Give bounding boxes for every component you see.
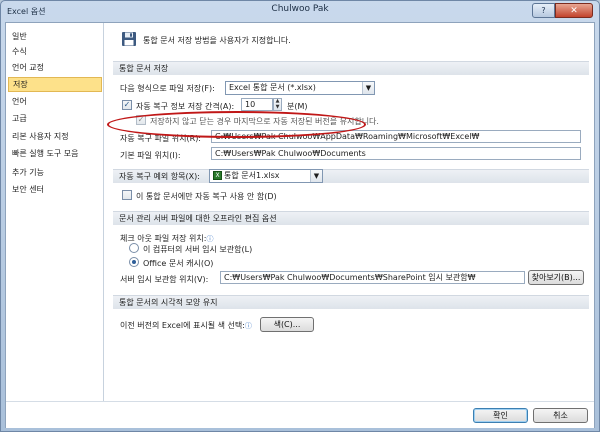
keep-last-version-checkbox[interactable]: ✓ [136, 115, 146, 125]
title-bar[interactable]: Excel 옵션 Chulwoo Pak ? ✕ [1, 1, 599, 21]
drafts-location-input[interactable]: C:₩Users₩Pak Chulwoo₩Documents₩SharePoin… [220, 271, 525, 284]
dialog-footer: 확인 취소 [6, 401, 594, 428]
save-format-value: Excel 통합 문서 (*.xlsx) [229, 83, 316, 92]
sidebar-item-language[interactable]: 언어 [8, 94, 102, 109]
excel-workbook-icon: X [213, 171, 222, 180]
help-button[interactable]: ? [532, 3, 555, 18]
exceptions-label: 자동 복구 예외 항목(X): [119, 172, 200, 181]
minutes-spinner[interactable]: ▲ ▼ [273, 98, 282, 111]
sidebar-item-formulas[interactable]: 수식 [8, 44, 102, 59]
sidebar-item-quick-access[interactable]: 빠른 실행 도구 모음 [8, 146, 102, 161]
info-icon: ⓘ [244, 322, 252, 330]
cancel-button[interactable]: 취소 [533, 408, 588, 423]
save-format-dropdown[interactable]: Excel 통합 문서 (*.xlsx) ▼ [225, 81, 375, 95]
autorecover-location-label: 자동 복구 파일 위치(R): [120, 134, 202, 143]
sidebar-item-add-ins[interactable]: 추가 기능 [8, 165, 102, 180]
radio-office-cache[interactable] [129, 257, 139, 267]
window-title: Chulwoo Pak [271, 4, 329, 14]
drafts-location-label: 서버 임시 보관함 위치(V): [120, 275, 209, 284]
exceptions-workbook-dropdown[interactable]: X 통합 문서1.xlsx ▼ [209, 169, 323, 183]
section-autorecover-exceptions: 자동 복구 예외 항목(X): [113, 169, 589, 183]
colors-label: 이전 버전의 Excel에 표시될 색 선택:ⓘ [120, 321, 252, 330]
section-visual-appearance: 통합 문서의 시각적 모양 유지 [113, 295, 589, 309]
radio-office-cache-label: Office 문서 캐시(O) [143, 259, 214, 268]
autorecover-checkbox[interactable]: ✓ [122, 100, 132, 110]
sidebar-item-general[interactable]: 일반 [8, 29, 102, 44]
save-options-panel: 통합 문서 저장 방법을 사용자가 지정합니다. 통합 문서 저장 다음 형식으… [105, 23, 594, 401]
autorecover-label: 자동 복구 정보 저장 간격(A): [136, 102, 235, 111]
dialog-body: 일반 수식 언어 교정 저장 언어 고급 리본 사용자 지정 빠른 실행 도구 … [5, 22, 595, 428]
section-offline-editing: 문서 관리 서버 파일에 대한 오프라인 편집 옵션 [113, 211, 589, 225]
sidebar-item-advanced[interactable]: 고급 [8, 111, 102, 126]
default-location-label: 기본 파일 위치(I): [120, 151, 181, 160]
colors-button[interactable]: 색(C)... [260, 317, 314, 332]
default-location-input[interactable]: C:₩Users₩Pak Chulwoo₩Documents [211, 147, 581, 160]
chevron-down-icon: ▼ [310, 170, 322, 182]
header-description: 통합 문서 저장 방법을 사용자가 지정합니다. [143, 36, 291, 45]
excel-options-window: Excel 옵션 Chulwoo Pak ? ✕ 일반 수식 언어 교정 저장 … [0, 0, 600, 432]
disable-autorecover-checkbox[interactable] [122, 190, 132, 200]
format-label: 다음 형식으로 파일 저장(F): [120, 84, 215, 93]
exceptions-workbook-value: 통합 문서1.xlsx [224, 171, 280, 180]
category-sidebar: 일반 수식 언어 교정 저장 언어 고급 리본 사용자 지정 빠른 실행 도구 … [6, 23, 104, 401]
sidebar-item-save[interactable]: 저장 [8, 77, 102, 92]
disable-autorecover-label: 이 통합 문서에만 자동 복구 사용 안 함(D) [136, 192, 277, 201]
radio-server-drafts[interactable] [129, 243, 139, 253]
browse-button[interactable]: 찾아보기(B)... [528, 270, 584, 285]
autorecover-location-input[interactable]: C:₩Users₩Pak Chulwoo₩AppData₩Roaming₩Mic… [211, 130, 581, 143]
sidebar-item-customize-ribbon[interactable]: 리본 사용자 지정 [8, 129, 102, 144]
floppy-disk-icon [122, 32, 136, 46]
window-controls: ? ✕ [532, 3, 593, 18]
sidebar-item-trust-center[interactable]: 보안 센터 [8, 182, 102, 197]
section-save-workbooks: 통합 문서 저장 [113, 61, 589, 75]
keep-last-version-label: 저장하지 않고 닫는 경우 마지막으로 자동 저장된 버전을 유지합니다. [150, 117, 379, 126]
sidebar-item-proofing[interactable]: 언어 교정 [8, 60, 102, 75]
chevron-down-icon: ▼ [362, 82, 374, 94]
info-icon: ⓘ [206, 235, 214, 243]
radio-server-drafts-label: 이 컴퓨터의 서버 임시 보관함(L) [143, 245, 253, 254]
autorecover-minutes-input[interactable]: 10 [241, 98, 273, 111]
close-button[interactable]: ✕ [555, 3, 593, 18]
minutes-label: 분(M) [287, 102, 308, 111]
ok-button[interactable]: 확인 [473, 408, 528, 423]
